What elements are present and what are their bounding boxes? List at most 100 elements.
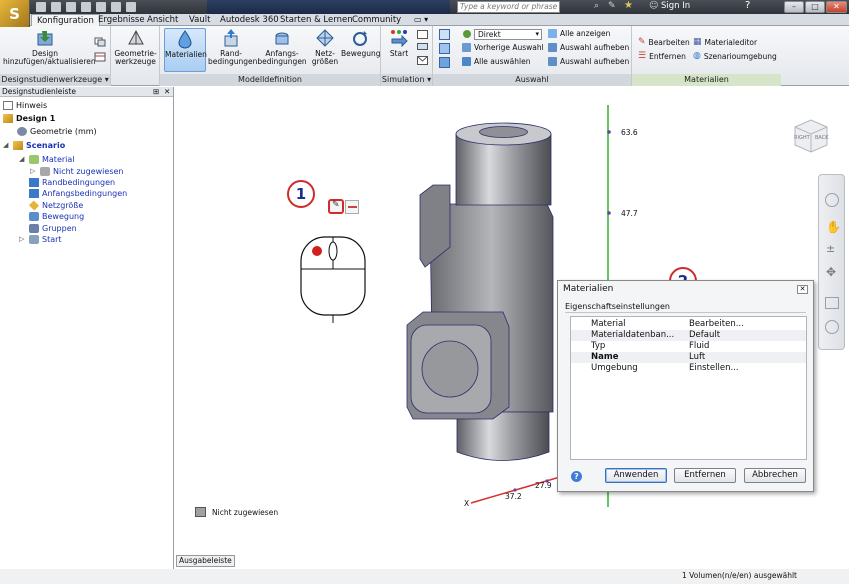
previous-selection-button[interactable]: Vorherige Auswahl [462,43,544,52]
remove-material-button[interactable]: ☰ Entfernen [638,51,686,61]
star-icon[interactable]: ★ [624,0,633,11]
pin-icon[interactable]: ⊞ [153,87,159,96]
edit-material-button[interactable]: ✎ Bearbeiten [638,37,690,47]
tree-item-design[interactable]: Design 1 [3,113,55,124]
property-row-database[interactable]: Materialdatenban... Default [571,330,806,341]
start-simulation-button[interactable]: Start [384,28,414,72]
duplicate-icon[interactable] [94,37,106,47]
redo-icon[interactable] [96,2,106,12]
undo-icon[interactable] [81,2,91,12]
free-orbit-icon[interactable] [825,320,839,334]
sign-in-link[interactable]: Sign In [661,1,690,11]
simulation-settings-icon[interactable] [417,30,428,39]
expand-arrow-icon[interactable]: ▷ [19,234,26,245]
tree-item-material[interactable]: ◢ Material [19,154,75,165]
tree-item-start[interactable]: ▷ Start [19,234,62,245]
property-row-environment[interactable]: Umgebung Einstellen... [571,363,806,374]
ribbon-options-icon[interactable]: ▭ ▾ [414,14,428,26]
tree-item-gruppen[interactable]: Gruppen [29,223,77,234]
close-button[interactable]: ✕ [826,1,847,13]
group-label-designstudien[interactable]: Designstudienwerkzeuge ▾ [0,74,110,86]
edit-material-context-button[interactable]: ✎ [328,199,344,214]
tab-ergebnisse[interactable]: Ergebnisse [98,14,145,26]
steering-wheel-icon[interactable] [825,193,839,207]
tab-ansicht[interactable]: Ansicht [147,14,178,26]
scenario-environment-button[interactable]: ◍ Szenarioumgebung [693,51,777,61]
geometry-tools-button[interactable]: Geometrie-werkzeuge [113,28,158,72]
materials-icon [178,30,192,49]
globe-icon: ◍ [693,51,701,61]
expand-arrow-icon[interactable]: ▷ [30,166,37,177]
cancel-button[interactable]: Abbrechen [744,468,806,483]
tree-item-bewegung[interactable]: Bewegung [29,211,84,222]
output-bar-tab[interactable]: Ausgabeleiste [176,555,235,567]
zoom-icon[interactable]: ± [826,242,835,255]
deselect-button-2[interactable]: Auswahl aufheben [548,57,629,66]
save-icon[interactable] [66,2,76,12]
settings-icon[interactable] [126,2,136,12]
view-cube[interactable]: RIGHT BACK [791,115,831,155]
select-face-icon[interactable] [439,43,450,54]
search-input[interactable]: Type a keyword or phrase [457,1,560,13]
panel-close-icon[interactable]: ✕ [164,87,170,96]
materials-dialog: Materialien ✕ Eigenschaftseinstellungen … [557,280,814,492]
design-add-update-button[interactable]: Design hinzufügen/aktualisieren [3,28,96,72]
application-menu-button[interactable]: S [0,0,30,27]
tree-item-geometrie[interactable]: Geometrie (mm) [17,126,97,137]
tree-item-randbedingungen[interactable]: Randbedingungen [29,177,115,188]
ribbon: Design hinzufügen/aktualisieren Designst… [0,26,849,86]
materials-button[interactable]: Materialien [164,28,207,72]
select-volume-icon[interactable] [439,57,450,68]
collapse-arrow-icon[interactable]: ◢ [19,154,26,165]
dialog-close-button[interactable]: ✕ [797,285,808,294]
new-icon[interactable] [36,2,46,12]
help-icon[interactable]: ? [571,471,582,482]
property-row-name[interactable]: Name Luft [571,352,806,363]
material-editor-button[interactable]: ▦ Materialeditor [693,37,757,47]
binoculars-icon[interactable]: ⌕ [594,1,599,11]
geometry-icon [17,127,27,136]
compare-icon[interactable] [94,52,106,62]
minimize-button[interactable]: – [784,1,804,13]
apply-button[interactable]: Anwenden [605,468,667,483]
deselect-button-1[interactable]: Auswahl aufheben [548,43,629,52]
tree-item-nicht-zugewiesen[interactable]: ▷ Nicht zugewiesen [30,166,123,177]
pan-hand-icon[interactable]: ✋ [826,220,841,234]
tree-item-hinweis[interactable]: Hinweis [3,100,47,111]
property-row-type[interactable]: Typ Fluid [571,341,806,352]
tab-autodesk-360[interactable]: Autodesk 360 [220,14,279,26]
help-icon[interactable]: ? [745,0,750,11]
remove-button[interactable]: Entfernen [674,468,736,483]
motion-button[interactable]: Bewegung [341,28,381,72]
legend-label: Nicht zugewiesen [212,508,279,517]
tree-item-anfangsbedingungen[interactable]: Anfangsbedingungen [29,188,127,199]
tree-item-netzgroesse[interactable]: Netzgröße [28,200,83,211]
orbit-icon[interactable]: ✥ [826,265,836,279]
maximize-button[interactable]: □ [805,1,825,13]
user-icon[interactable]: ☺ [649,1,658,11]
tab-starten-lernen[interactable]: Starten & Lernen [280,14,353,26]
select-all-button[interactable]: Alle auswählen [462,57,531,66]
tools-icon[interactable]: ✎ [608,1,616,11]
email-notification-icon[interactable] [417,56,428,65]
show-all-button[interactable]: Alle anzeigen [548,29,610,38]
select-mode-icon[interactable] [439,29,450,40]
group-modelldefinition: Materialien Rand-bedingungen Anfangs-bed… [160,26,381,86]
tab-vault[interactable]: Vault [189,14,210,26]
boundary-conditions-button[interactable]: Rand-bedingungen [208,28,257,72]
collapse-arrow-icon[interactable]: ◢ [3,140,10,151]
group-label-simulation[interactable]: Simulation ▾ [381,74,432,86]
print-icon[interactable] [111,2,121,12]
solver-computer-icon[interactable] [417,43,428,52]
initial-conditions-button[interactable]: Anfangs-bedingungen [256,28,308,72]
mesh-size-button[interactable]: Netz-größen [310,28,340,72]
property-row-material[interactable]: Material Bearbeiten... [571,319,806,330]
quick-access-toolbar[interactable] [36,2,136,12]
tree-item-scenario[interactable]: ◢ Scenario [3,140,65,151]
look-at-icon[interactable] [825,297,839,309]
tab-community[interactable]: Community [352,14,401,26]
design-icon [3,114,13,123]
selection-mode-dropdown[interactable]: Direkt [474,29,542,40]
open-icon[interactable] [51,2,61,12]
remove-context-button[interactable] [345,200,359,214]
